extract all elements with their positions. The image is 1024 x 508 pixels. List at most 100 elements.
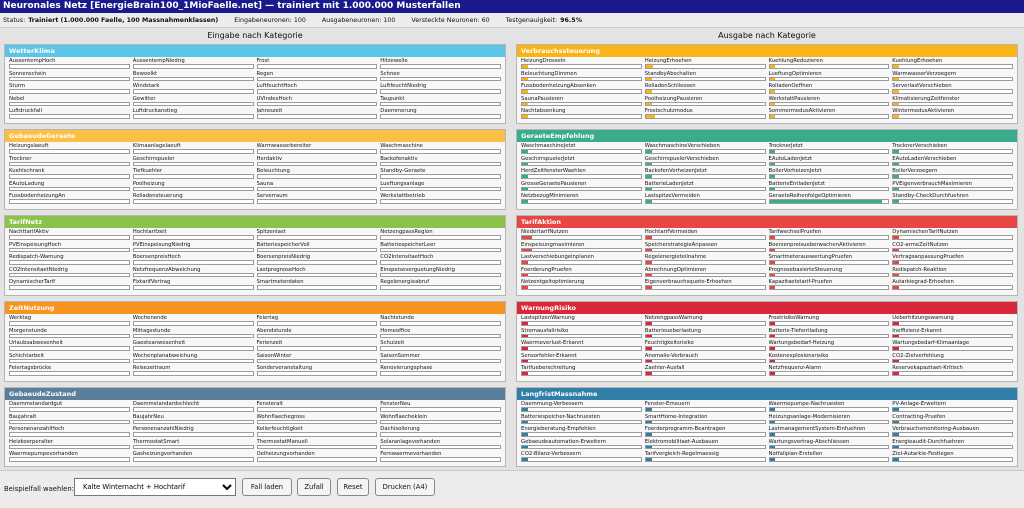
input-neuron-bar[interactable] xyxy=(380,89,501,94)
input-neuron[interactable]: Taupunkt xyxy=(380,96,501,109)
input-neuron[interactable]: Spitzenlast xyxy=(256,229,378,242)
input-neuron-bar[interactable] xyxy=(380,247,501,253)
input-neuron[interactable]: Hitzewelle xyxy=(380,58,501,71)
input-neuron[interactable]: PVEinspeisungHoch xyxy=(9,242,130,255)
input-neuron[interactable]: NetzfrequenzAbweichung xyxy=(132,267,254,280)
input-neuron[interactable]: Heizkoerperalter xyxy=(9,439,130,452)
input-neuron[interactable]: Schulzeit xyxy=(380,340,501,353)
input-neuron[interactable]: Regelenergieabruf xyxy=(380,279,501,292)
input-neuron[interactable]: Homeoffice xyxy=(380,328,501,341)
input-neuron[interactable]: PVEinspeisungNiedrig xyxy=(132,242,254,255)
input-neuron-bar[interactable] xyxy=(9,114,130,119)
input-neuron[interactable]: PersonenanzahlNiedrig xyxy=(132,426,254,439)
input-neuron-bar[interactable] xyxy=(380,457,501,462)
input-neuron[interactable]: CO2IntensitaetHoch xyxy=(380,254,501,267)
input-neuron[interactable]: Lueftungsanlage xyxy=(380,181,501,194)
input-neuron[interactable]: AussentempNiedrig xyxy=(132,58,254,71)
input-neuron-bar[interactable] xyxy=(9,199,130,204)
input-neuron-bar[interactable] xyxy=(256,174,378,179)
input-neuron[interactable]: Klimaanlagelaeuft xyxy=(132,143,254,156)
input-neuron[interactable]: Tiefkuehler xyxy=(132,168,254,181)
input-neuron-bar[interactable] xyxy=(256,260,378,265)
input-neuron-bar[interactable] xyxy=(256,64,378,69)
input-neuron-bar[interactable] xyxy=(9,321,130,326)
input-neuron[interactable]: Luftdruckanstieg xyxy=(132,108,254,121)
input-neuron[interactable]: Gaesteanwesenheit xyxy=(132,340,254,353)
input-neuron-bar[interactable] xyxy=(256,149,378,154)
input-neuron[interactable]: Reisezeitraum xyxy=(132,365,254,378)
input-neuron-bar[interactable] xyxy=(132,371,254,376)
input-neuron-bar[interactable] xyxy=(256,371,378,376)
input-neuron[interactable]: Nachtstunde xyxy=(380,315,501,328)
input-neuron-bar[interactable] xyxy=(256,333,378,339)
input-neuron[interactable]: Gasheizungvorhanden xyxy=(132,451,254,464)
input-neuron-bar[interactable] xyxy=(380,235,501,240)
input-neuron[interactable]: LuftfeuchtHoch xyxy=(256,83,378,96)
input-neuron-bar[interactable] xyxy=(380,114,501,119)
input-neuron[interactable]: Wohnflaechegross xyxy=(256,414,378,427)
input-neuron-bar[interactable] xyxy=(256,272,378,278)
input-neuron-bar[interactable] xyxy=(380,199,501,204)
input-neuron-bar[interactable] xyxy=(132,285,254,290)
input-neuron[interactable]: Feiertag xyxy=(256,315,378,328)
input-neuron-bar[interactable] xyxy=(380,149,501,154)
input-neuron[interactable]: CO2IntensitaetNiedrig xyxy=(9,267,130,280)
input-neuron[interactable]: Standby-Geraete xyxy=(380,168,501,181)
input-neuron[interactable]: BatteriespeicherVoll xyxy=(256,242,378,255)
input-neuron[interactable]: Redispatch-Warnung xyxy=(9,254,130,267)
input-neuron[interactable]: FixtarifVertrag xyxy=(132,279,254,292)
input-neuron-bar[interactable] xyxy=(256,346,378,351)
input-neuron[interactable]: Daemmstandardgut xyxy=(9,401,130,414)
input-neuron[interactable]: Warmwasserbereiter xyxy=(256,143,378,156)
input-neuron-bar[interactable] xyxy=(380,64,501,69)
input-neuron-bar[interactable] xyxy=(132,444,254,450)
input-neuron-bar[interactable] xyxy=(132,432,254,437)
input-neuron[interactable]: Waermepumpevorhanden xyxy=(9,451,130,464)
input-neuron-bar[interactable] xyxy=(132,101,254,107)
input-neuron[interactable]: Sonnenschein xyxy=(9,71,130,84)
input-neuron[interactable]: UVIndexHoch xyxy=(256,96,378,109)
input-neuron[interactable]: Luftdruckfall xyxy=(9,108,130,121)
input-neuron-bar[interactable] xyxy=(132,358,254,364)
input-neuron-bar[interactable] xyxy=(132,321,254,326)
input-neuron-bar[interactable] xyxy=(132,76,254,82)
input-neuron[interactable]: LastprognoseHoch xyxy=(256,267,378,280)
input-neuron[interactable]: Baujahralt xyxy=(9,414,130,427)
input-neuron-bar[interactable] xyxy=(380,186,501,192)
input-neuron-bar[interactable] xyxy=(132,333,254,339)
input-neuron[interactable]: ThermostatSmart xyxy=(132,439,254,452)
input-neuron-bar[interactable] xyxy=(380,407,501,412)
input-neuron-bar[interactable] xyxy=(9,149,130,154)
input-neuron[interactable]: Wohnflaecheklein xyxy=(380,414,501,427)
input-neuron[interactable]: Sauna xyxy=(256,181,378,194)
input-neuron[interactable]: Schichtarbeit xyxy=(9,353,130,366)
input-neuron[interactable]: NachttarifAktiv xyxy=(9,229,130,242)
input-neuron-bar[interactable] xyxy=(256,114,378,119)
input-neuron[interactable]: FussbodenheizungAn xyxy=(9,193,130,206)
input-neuron-bar[interactable] xyxy=(132,346,254,351)
input-neuron[interactable]: Poolheizung xyxy=(132,181,254,194)
input-neuron-bar[interactable] xyxy=(132,149,254,154)
input-neuron-bar[interactable] xyxy=(380,333,501,339)
input-neuron[interactable]: Dachisolierung xyxy=(380,426,501,439)
input-neuron[interactable]: Daemmstandardschlecht xyxy=(132,401,254,414)
input-neuron[interactable]: Serverraum xyxy=(256,193,378,206)
input-neuron-bar[interactable] xyxy=(256,101,378,107)
input-neuron-bar[interactable] xyxy=(132,114,254,119)
input-neuron[interactable]: ThermostatManuell xyxy=(256,439,378,452)
input-neuron-bar[interactable] xyxy=(380,432,501,437)
input-neuron-bar[interactable] xyxy=(9,346,130,351)
input-neuron-bar[interactable] xyxy=(9,64,130,69)
input-neuron-bar[interactable] xyxy=(132,457,254,462)
input-neuron-bar[interactable] xyxy=(9,371,130,376)
input-neuron-bar[interactable] xyxy=(256,321,378,326)
input-neuron-bar[interactable] xyxy=(380,419,501,425)
input-neuron-bar[interactable] xyxy=(132,199,254,204)
input-neuron[interactable]: Oelheizungvorhanden xyxy=(256,451,378,464)
input-neuron-bar[interactable] xyxy=(132,407,254,412)
input-neuron[interactable]: Werkstattbetrieb xyxy=(380,193,501,206)
input-neuron[interactable]: SaisonWinter xyxy=(256,353,378,366)
input-neuron-bar[interactable] xyxy=(380,346,501,351)
input-neuron[interactable]: Sonderveranstaltung xyxy=(256,365,378,378)
input-neuron-bar[interactable] xyxy=(256,89,378,94)
